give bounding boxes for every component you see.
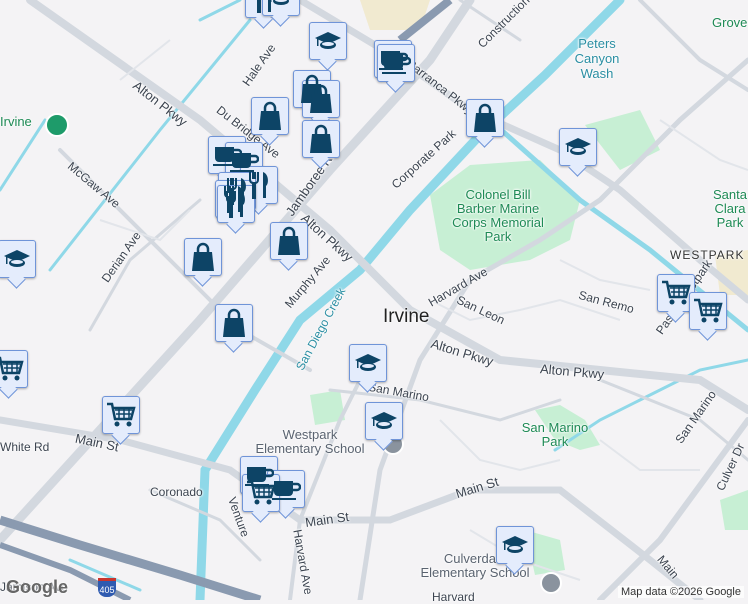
- shopping-marker[interactable]: [466, 99, 504, 137]
- park-label: Santa Clara Park: [713, 187, 747, 230]
- bag-icon: [474, 103, 496, 132]
- bag-icon: [223, 308, 245, 337]
- school-icon: [355, 354, 381, 371]
- shopping-marker[interactable]: [215, 304, 253, 342]
- shopping-marker[interactable]: [184, 238, 222, 276]
- bag-icon: [310, 124, 332, 153]
- school-marker[interactable]: [496, 526, 534, 564]
- school-marker[interactable]: [365, 402, 403, 440]
- bag-icon: [192, 242, 214, 271]
- map-attribution[interactable]: Map data ©2026 Google: [617, 586, 744, 598]
- school-marker[interactable]: [0, 240, 36, 278]
- bag-icon: [310, 84, 332, 113]
- road-label: Coronado: [150, 485, 203, 499]
- grocery-marker[interactable]: [689, 292, 727, 330]
- cart-icon: [0, 356, 24, 381]
- shopping-marker[interactable]: [302, 80, 340, 118]
- cart-icon: [662, 280, 691, 305]
- map-canvas[interactable]: [0, 0, 748, 600]
- school-icon: [565, 138, 591, 155]
- park-label: Grove: [712, 15, 748, 30]
- school-icon: [4, 250, 30, 267]
- grocery-marker[interactable]: [657, 274, 695, 312]
- road-label: Harvard: [432, 590, 475, 604]
- grocery-marker[interactable]: [242, 474, 280, 512]
- school-icon: [371, 412, 397, 429]
- cart-icon: [694, 298, 723, 323]
- google-logo: Google: [6, 577, 68, 597]
- park-label: San Marino Park: [521, 420, 589, 449]
- grocery-marker[interactable]: [102, 396, 140, 434]
- school-icon: [502, 536, 528, 553]
- area-label: WESTPARK: [670, 248, 745, 262]
- shopping-marker[interactable]: [302, 120, 340, 158]
- cart-icon: [247, 480, 276, 505]
- school-icon: [270, 0, 289, 5]
- grocery-marker[interactable]: [0, 350, 28, 388]
- park-label: Colonel Bill Barber Marine Corps Memoria…: [452, 187, 544, 244]
- school-label: Westpark Elementary School: [255, 427, 365, 456]
- school-marker[interactable]: [349, 344, 387, 382]
- road-label: White Rd: [0, 440, 50, 454]
- cup-icon: [382, 55, 411, 74]
- water-label: Peters Canyon Wash: [574, 36, 620, 81]
- school-pin-icon[interactable]: [540, 572, 562, 594]
- place-label: Irvine: [0, 114, 32, 129]
- cart-icon: [107, 402, 136, 427]
- bag-icon: [259, 101, 281, 130]
- shopping-marker[interactable]: [270, 222, 308, 260]
- food-icon: [226, 191, 245, 218]
- city-label: Irvine: [383, 306, 430, 327]
- bag-icon: [278, 226, 300, 255]
- shopping-marker[interactable]: [251, 97, 289, 135]
- park-pin-icon[interactable]: [45, 113, 69, 137]
- school-icon: [315, 32, 341, 49]
- highway-shield-405: 405: [98, 578, 116, 597]
- school-marker[interactable]: [559, 128, 597, 166]
- school-marker[interactable]: [309, 22, 347, 60]
